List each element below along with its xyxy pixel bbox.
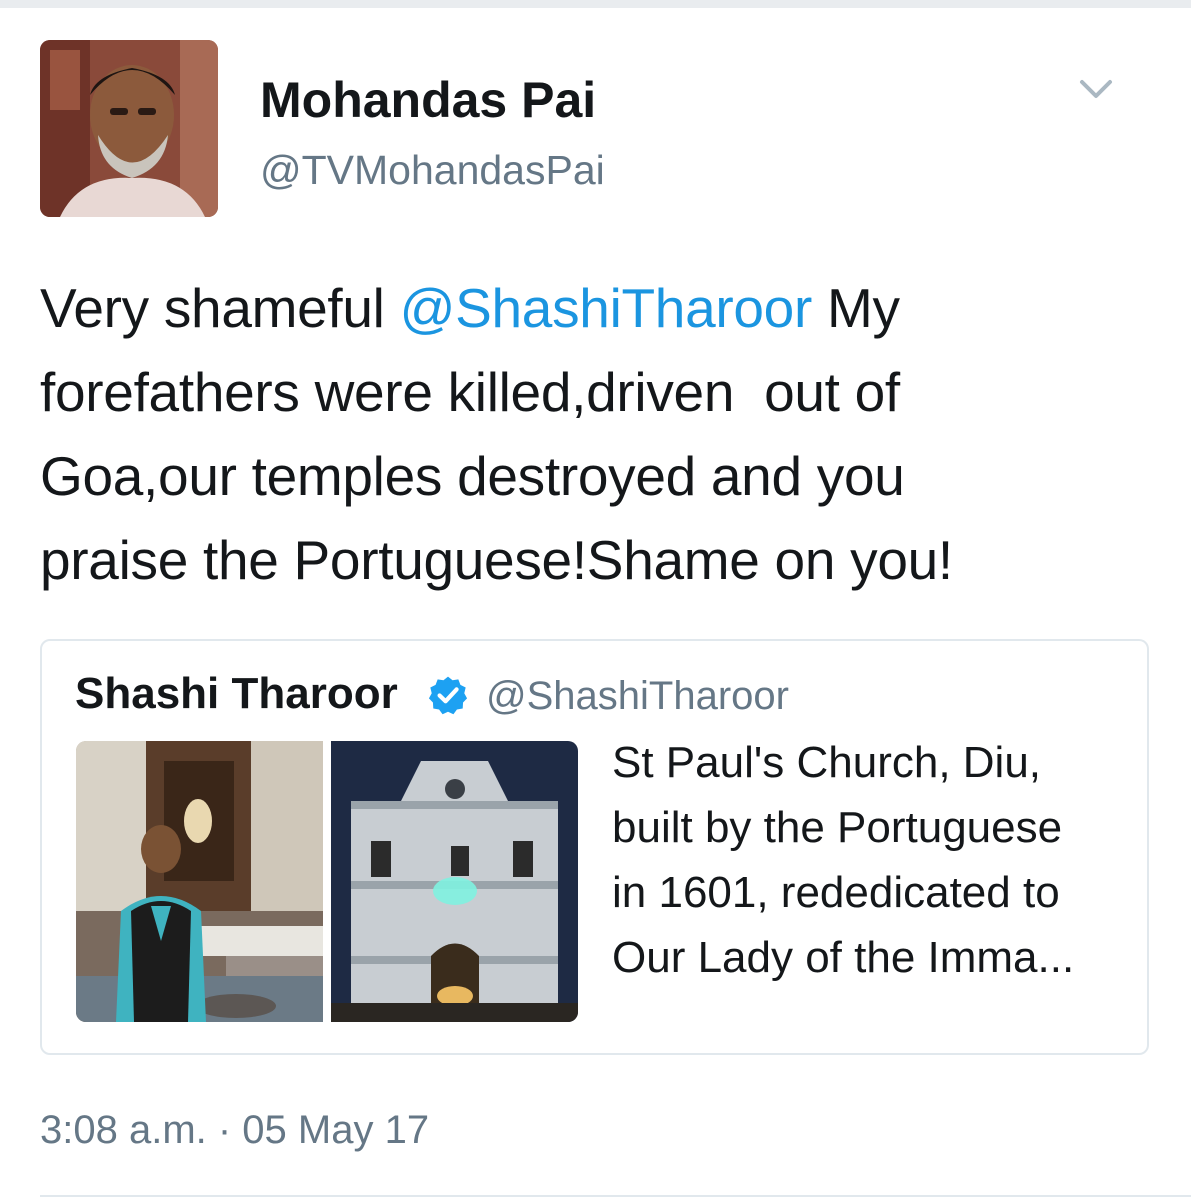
top-divider [0,0,1191,8]
author-display-name[interactable]: Mohandas Pai [260,72,596,128]
quoted-author-handle[interactable]: @ShashiTharoor [486,672,789,720]
tweet-text-line: Very shameful @ShashiTharoor My [40,277,900,339]
profile-photo [40,40,218,217]
tweet-text-line: praise the Portuguese!Shame on you! [40,529,953,591]
author-handle[interactable]: @TVMohandasPai [260,146,605,194]
quoted-text-line: in 1601, rededicated to [612,868,1060,917]
quoted-photo-1[interactable] [76,741,323,1022]
quoted-text-line: St Paul's Church, Diu, [612,738,1042,787]
church-facade-night-photo [331,741,578,1022]
man-in-church-photo [76,741,323,1022]
quoted-photo-2[interactable] [331,741,578,1022]
tweet-text: Very shameful @ShashiTharoor My forefath… [40,266,1160,602]
chevron-down-icon[interactable] [1070,70,1122,110]
tweet-text-line: Goa,our temples destroyed and you [40,445,905,507]
quoted-author-name[interactable]: Shashi Tharoor [75,668,398,720]
tweet-timestamp[interactable]: 3:08 a.m. · 05 May 17 [40,1106,429,1154]
bottom-divider [40,1195,1191,1197]
quoted-tweet-text: St Paul's Church, Diu, built by the Port… [612,730,1142,990]
mention-link[interactable]: @ShashiTharoor [400,277,813,339]
quoted-text-line: Our Lady of the Imma... [612,933,1075,982]
author-avatar[interactable] [40,40,218,217]
verified-badge-icon [428,676,468,715]
tweet-text-line: forefathers were killed,driven out of [40,361,900,423]
quoted-text-line: built by the Portuguese [612,803,1063,852]
